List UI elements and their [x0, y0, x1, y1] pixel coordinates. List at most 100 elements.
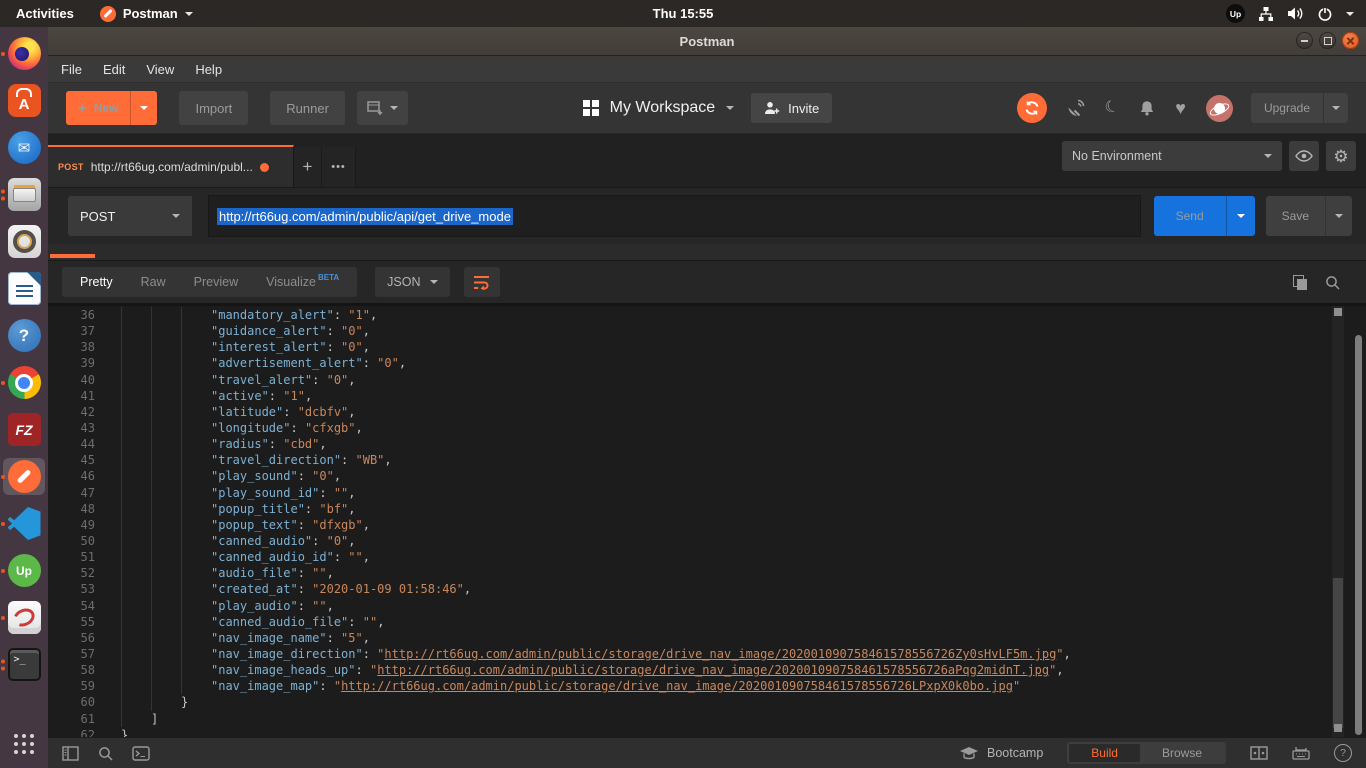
response-body: 36"mandatory_alert": "1",37"guidance_ale…: [48, 303, 1366, 737]
method-label: POST: [80, 209, 115, 224]
heart-icon[interactable]: ♥: [1175, 99, 1186, 117]
response-scrollbar[interactable]: [1332, 306, 1344, 737]
dock-item-thunderbird[interactable]: [3, 129, 45, 166]
runner-button[interactable]: Runner: [270, 91, 345, 125]
dock-item-ubuntu-software[interactable]: A: [3, 82, 45, 119]
help-icon[interactable]: [1334, 744, 1352, 762]
avatar[interactable]: [1206, 95, 1233, 122]
terminal-icon: >_: [8, 648, 41, 681]
code-line: 60}: [48, 694, 1366, 710]
copy-icon[interactable]: [1293, 275, 1308, 290]
bootcamp-button[interactable]: Bootcamp: [959, 746, 1043, 760]
console-icon[interactable]: [132, 746, 150, 761]
new-dropdown-button[interactable]: [130, 91, 157, 125]
ubuntu-topbar: Activities Postman Thu 15:55 Up: [0, 0, 1366, 27]
send-dropdown-button[interactable]: [1226, 196, 1255, 236]
response-url-link[interactable]: http://rt66ug.com/admin/public/storage/d…: [341, 679, 1013, 693]
method-selector[interactable]: POST: [68, 196, 192, 236]
browse-tab[interactable]: Browse: [1140, 744, 1224, 762]
environment-selector[interactable]: No Environment: [1062, 141, 1282, 171]
scrollbar-top-handle[interactable]: [1334, 308, 1342, 316]
workspace-selector[interactable]: My Workspace: [610, 99, 716, 117]
dock-item-libreoffice-writer[interactable]: [3, 270, 45, 307]
dock-item-file-manager[interactable]: [3, 176, 45, 213]
workspace-grid-icon: [583, 100, 599, 116]
upgrade-dropdown-button[interactable]: [1323, 93, 1348, 123]
chevron-down-icon[interactable]: [726, 106, 734, 114]
minimize-button[interactable]: [1296, 32, 1313, 49]
dock-item-firefox[interactable]: [3, 35, 45, 72]
new-button[interactable]: + New: [66, 91, 157, 125]
search-icon[interactable]: [1325, 275, 1340, 290]
find-icon[interactable]: [98, 746, 113, 761]
main-scrollbar[interactable]: [1355, 335, 1362, 735]
show-applications-button[interactable]: [3, 725, 45, 762]
window-titlebar[interactable]: Postman: [48, 27, 1366, 56]
sync-status-button[interactable]: [1017, 93, 1047, 123]
dock-item-screenshot-tool[interactable]: [3, 599, 45, 636]
menu-help[interactable]: Help: [195, 62, 222, 77]
menu-view[interactable]: View: [146, 62, 174, 77]
new-tab-button[interactable]: +: [294, 147, 322, 187]
sidebar-toggle-icon[interactable]: [62, 746, 79, 761]
save-button[interactable]: Save: [1266, 196, 1352, 236]
environment-settings-button[interactable]: ⚙: [1326, 141, 1356, 171]
clock[interactable]: Thu 15:55: [653, 6, 714, 21]
dock-item-upwork[interactable]: Up: [3, 552, 45, 589]
dock-items: A? FZ Up >_: [3, 35, 45, 683]
format-selector[interactable]: JSON: [375, 267, 450, 297]
active-tab-indicator: [50, 254, 95, 258]
code-line: 38"interest_alert": "0",: [48, 339, 1366, 355]
dock-item-rhythmbox[interactable]: [3, 223, 45, 260]
tab-visualize[interactable]: Visualize BETA: [252, 275, 353, 289]
tab-pretty[interactable]: Pretty: [66, 275, 127, 289]
invite-button[interactable]: Invite: [751, 93, 832, 123]
new-window-button[interactable]: [357, 91, 408, 125]
close-button[interactable]: [1342, 32, 1359, 49]
url-input[interactable]: http://rt66ug.com/admin/public/api/get_d…: [208, 195, 1141, 237]
bell-icon[interactable]: [1139, 100, 1155, 116]
menu-edit[interactable]: Edit: [103, 62, 125, 77]
line-number: 39: [48, 355, 95, 371]
network-icon[interactable]: [1258, 6, 1274, 22]
upwork-tray-icon[interactable]: Up: [1226, 4, 1245, 23]
code-line: 41"active": "1",: [48, 388, 1366, 404]
more-tabs-button[interactable]: •••: [322, 147, 356, 187]
scrollbar-bottom-handle[interactable]: [1334, 724, 1342, 732]
dock-item-vscode[interactable]: [3, 505, 45, 542]
maximize-button[interactable]: [1319, 32, 1336, 49]
dock-item-chrome[interactable]: [3, 364, 45, 401]
app-menu-button[interactable]: Postman: [100, 6, 193, 22]
upgrade-button[interactable]: Upgrade: [1251, 93, 1348, 123]
dock-item-postman[interactable]: [3, 458, 45, 495]
build-tab[interactable]: Build: [1069, 744, 1140, 762]
environment-preview-button[interactable]: [1289, 141, 1319, 171]
moon-icon[interactable]: ☾: [1103, 98, 1122, 118]
volume-icon[interactable]: [1287, 6, 1304, 21]
response-url-link[interactable]: http://rt66ug.com/admin/public/storage/d…: [384, 647, 1056, 661]
power-icon[interactable]: [1317, 6, 1333, 22]
help-icon: ?: [8, 319, 41, 352]
scrollbar-thumb[interactable]: [1333, 578, 1343, 728]
activities-button[interactable]: Activities: [16, 6, 74, 21]
dock-item-terminal[interactable]: >_: [3, 646, 45, 683]
save-dropdown-button[interactable]: [1325, 196, 1352, 236]
menu-file[interactable]: File: [61, 62, 82, 77]
two-pane-icon[interactable]: [1250, 746, 1268, 760]
dock-item-filezilla[interactable]: FZ: [3, 411, 45, 448]
wrap-text-icon: [472, 274, 492, 290]
keyboard-shortcuts-icon[interactable]: [1292, 746, 1310, 760]
send-button[interactable]: Send: [1154, 196, 1255, 236]
response-url-link[interactable]: http://rt66ug.com/admin/public/storage/d…: [377, 663, 1049, 677]
dock-item-help[interactable]: ?: [3, 317, 45, 354]
code-line: 58"nav_image_heads_up": "http://rt66ug.c…: [48, 662, 1366, 678]
satellite-icon[interactable]: [1067, 99, 1085, 117]
code-line: 57"nav_image_direction": "http://rt66ug.…: [48, 646, 1366, 662]
wrap-text-button[interactable]: [464, 267, 500, 297]
import-button[interactable]: Import: [179, 91, 248, 125]
chevron-down-icon[interactable]: [1346, 12, 1354, 20]
request-tab[interactable]: POST http://rt66ug.com/admin/publ...: [48, 145, 294, 187]
status-bar: Bootcamp Build Browse: [48, 737, 1366, 768]
tab-raw[interactable]: Raw: [127, 275, 180, 289]
tab-preview[interactable]: Preview: [180, 275, 252, 289]
